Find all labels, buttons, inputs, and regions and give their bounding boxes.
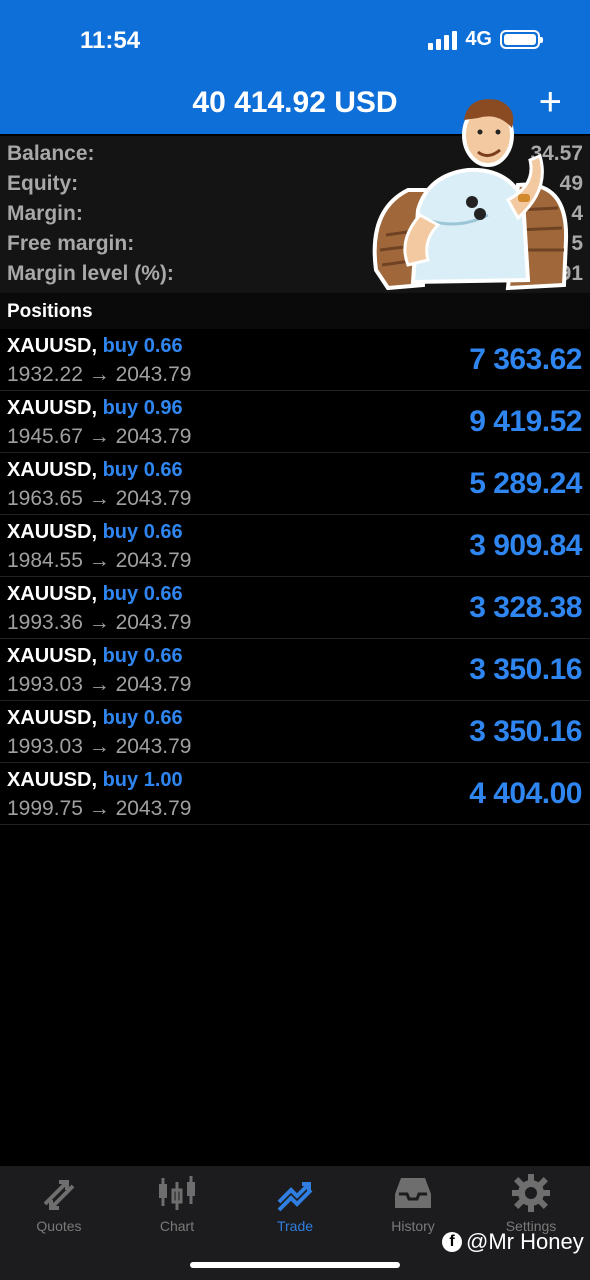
quotes-icon xyxy=(43,1180,75,1210)
position-side: buy 0.66 xyxy=(102,583,183,605)
summary-label: Free margin: xyxy=(7,232,135,255)
position-side: buy 1.00 xyxy=(102,769,183,791)
position-row[interactable]: XAUUSD, buy 0.66 1993.36 → 2043.79 3 328… xyxy=(0,577,590,639)
position-symbol: XAUUSD, xyxy=(7,583,98,605)
tab-settings[interactable]: Settings xyxy=(472,1174,590,1236)
summary-label: Margin level (%): xyxy=(7,262,174,285)
position-prices: 1993.03 → 2043.79 xyxy=(7,735,192,758)
position-symbol: XAUUSD, xyxy=(7,645,98,667)
position-side: buy 0.96 xyxy=(102,397,183,419)
position-row[interactable]: XAUUSD, buy 0.66 1932.22 → 2043.79 7 363… xyxy=(0,329,590,391)
position-row[interactable]: XAUUSD, buy 0.66 1993.03 → 2043.79 3 350… xyxy=(0,639,590,701)
position-profit: 9 419.52 xyxy=(469,405,582,438)
signal-icon xyxy=(428,30,458,50)
chart-icon xyxy=(159,1176,195,1210)
position-symbol: XAUUSD, xyxy=(7,769,98,791)
positions-title: Positions xyxy=(7,301,93,322)
position-side: buy 0.66 xyxy=(102,335,183,357)
status-time: 11:54 xyxy=(80,27,141,54)
position-side: buy 0.66 xyxy=(102,645,183,667)
position-profit: 3 350.16 xyxy=(469,653,582,686)
position-symbol: XAUUSD, xyxy=(7,521,98,543)
position-symbol: XAUUSD, xyxy=(7,397,98,419)
home-indicator[interactable] xyxy=(190,1262,400,1268)
tab-quotes[interactable]: Quotes xyxy=(0,1174,118,1236)
tab-label: Quotes xyxy=(36,1218,82,1234)
tab-label: Chart xyxy=(159,1218,195,1234)
status-indicators: 4G xyxy=(428,28,543,51)
position-profit: 3 350.16 xyxy=(469,715,582,748)
position-prices: 1993.03 → 2043.79 xyxy=(7,673,192,696)
position-row[interactable]: XAUUSD, buy 0.66 1993.03 → 2043.79 3 350… xyxy=(0,701,590,763)
network-type: 4G xyxy=(465,28,492,50)
position-prices: 1945.67 → 2043.79 xyxy=(7,425,192,448)
trade-icon xyxy=(277,1182,313,1212)
position-profit: 4 404.00 xyxy=(469,777,582,810)
positions-header: Positions xyxy=(0,293,590,329)
position-prices: 1932.22 → 2043.79 xyxy=(7,363,192,386)
summary-label: Equity: xyxy=(7,172,79,195)
position-row[interactable]: XAUUSD, buy 0.66 1963.65 → 2043.79 5 289… xyxy=(0,453,590,515)
position-profit: 7 363.62 xyxy=(469,343,582,376)
position-profit: 3 328.38 xyxy=(469,591,582,624)
settings-icon xyxy=(512,1174,550,1212)
tab-history[interactable]: History xyxy=(354,1174,472,1236)
watermark: f @Mr Honey xyxy=(442,1229,584,1255)
position-row[interactable]: XAUUSD, buy 1.00 1999.75 → 2043.79 4 404… xyxy=(0,763,590,825)
facebook-icon: f xyxy=(442,1232,462,1252)
battery-icon xyxy=(500,30,543,49)
position-prices: 1993.36 → 2043.79 xyxy=(7,611,192,634)
history-icon xyxy=(395,1178,431,1208)
position-symbol: XAUUSD, xyxy=(7,335,98,357)
position-side: buy 0.66 xyxy=(102,459,183,481)
summary-label: Margin: xyxy=(7,202,83,225)
position-symbol: XAUUSD, xyxy=(7,459,98,481)
position-prices: 1963.65 → 2043.79 xyxy=(7,487,192,510)
position-row[interactable]: XAUUSD, buy 0.96 1945.67 → 2043.79 9 419… xyxy=(0,391,590,453)
position-side: buy 0.66 xyxy=(102,707,183,729)
position-prices: 1984.55 → 2043.79 xyxy=(7,549,192,572)
position-profit: 5 289.24 xyxy=(469,467,582,500)
position-profit: 3 909.84 xyxy=(469,529,582,562)
summary-label: Balance: xyxy=(7,142,95,165)
position-side: buy 0.66 xyxy=(102,521,183,543)
position-row[interactable]: XAUUSD, buy 0.66 1984.55 → 2043.79 3 909… xyxy=(0,515,590,577)
summary-value: 5 xyxy=(571,232,583,255)
summary-value: 4 xyxy=(571,202,583,225)
watermark-text: @Mr Honey xyxy=(466,1229,584,1254)
tab-label: Trade xyxy=(276,1218,314,1234)
cartoon-man-sticker xyxy=(372,99,569,291)
tab-trade[interactable]: Trade xyxy=(236,1174,354,1236)
position-symbol: XAUUSD, xyxy=(7,707,98,729)
tab-chart[interactable]: Chart xyxy=(118,1174,236,1236)
position-prices: 1999.75 → 2043.79 xyxy=(7,797,192,820)
